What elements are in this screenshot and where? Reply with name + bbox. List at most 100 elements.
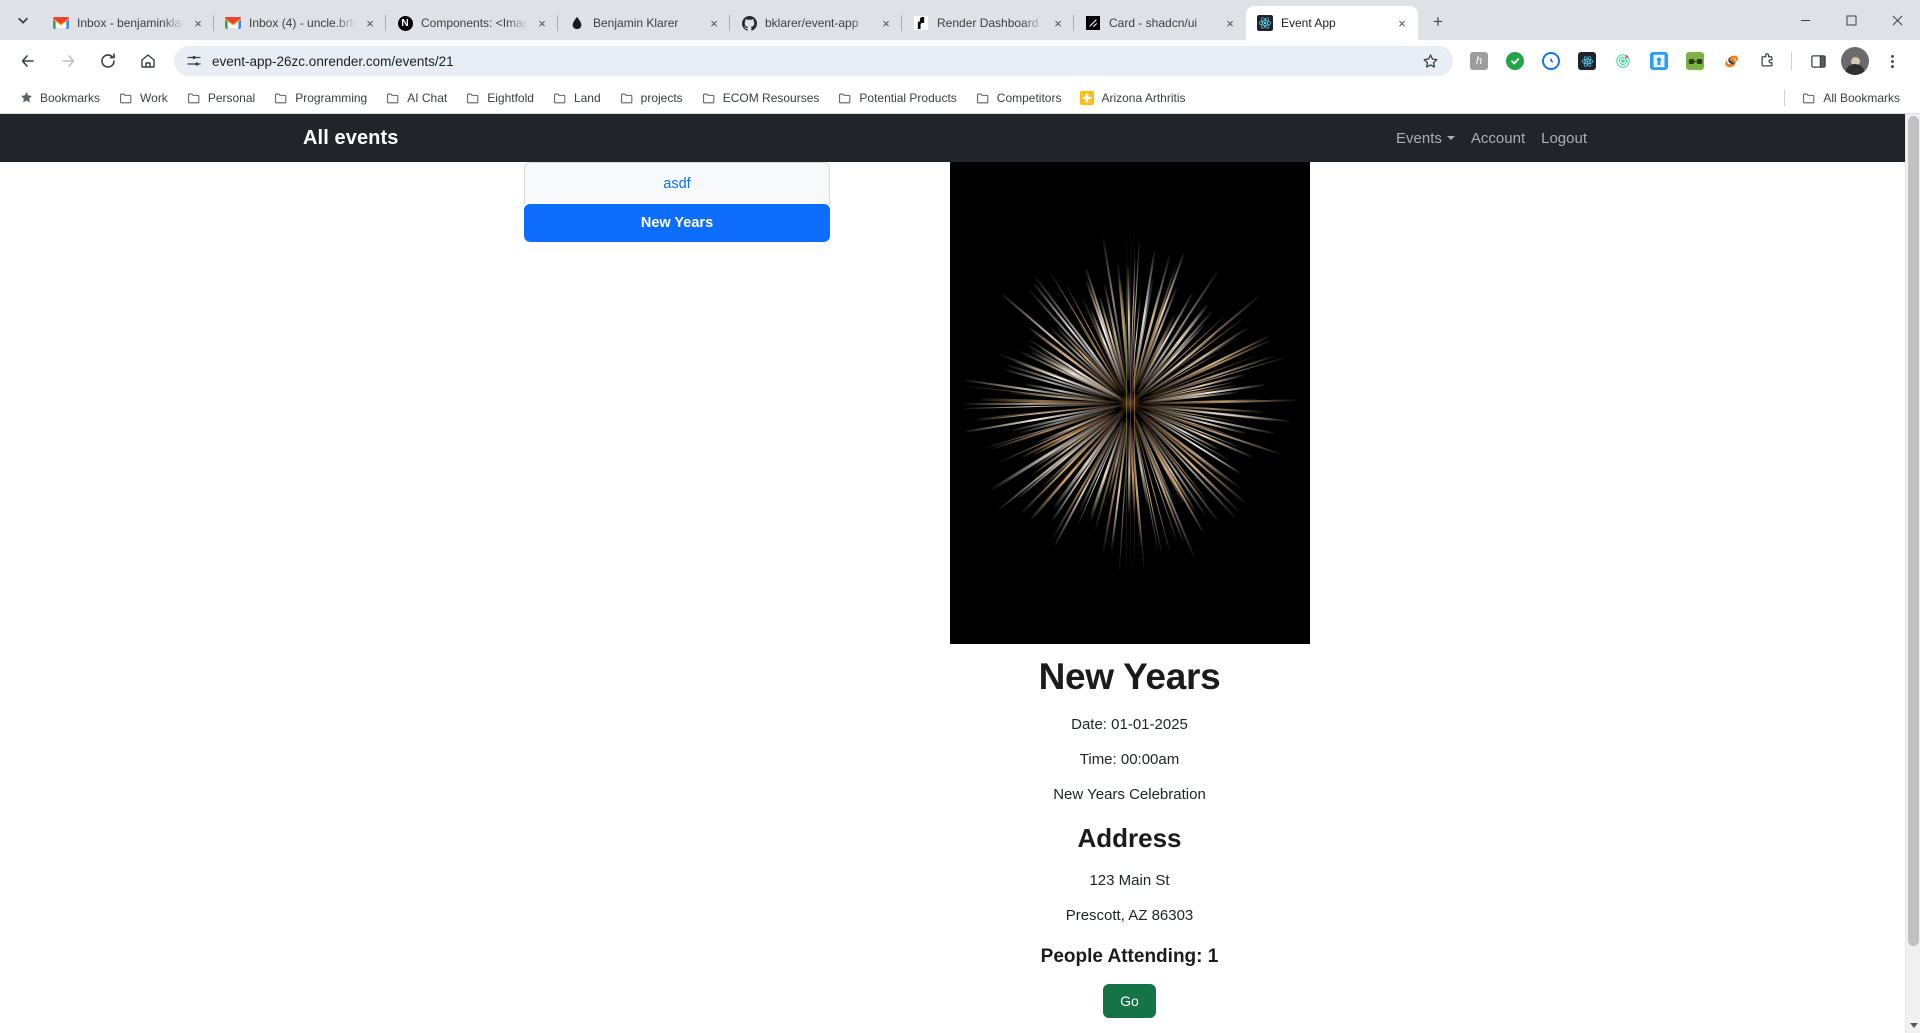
- hotjar-extension-icon[interactable]: h: [1465, 47, 1493, 75]
- folder-icon: [701, 90, 717, 106]
- browser-tab[interactable]: N Components: <Image> | ×: [386, 6, 558, 40]
- browser-tab[interactable]: Inbox - benjaminklarer@g ×: [42, 6, 214, 40]
- bookmark-folder-land[interactable]: Land: [544, 86, 609, 110]
- tab-close-icon[interactable]: ×: [1394, 15, 1410, 31]
- address-heading: Address: [1077, 823, 1181, 854]
- tab-title: Card - shadcn/ui: [1109, 16, 1216, 30]
- lastpass-extension-icon[interactable]: [1645, 47, 1673, 75]
- bookmark-item-bookmarks[interactable]: Bookmarks: [10, 86, 108, 110]
- bookmarks-bar-right: All Bookmarks: [1776, 86, 1910, 110]
- folder-icon: [385, 90, 401, 106]
- browser-tab[interactable]: Card - shadcn/ui ×: [1074, 6, 1246, 40]
- browser-tab[interactable]: Inbox (4) - uncle.brk@gm ×: [214, 6, 386, 40]
- content-row: asdf New Years New Years Date: 01-01-202…: [0, 162, 1905, 1018]
- page-viewport: All events Events Account Logout asdf Ne…: [0, 114, 1920, 1033]
- checkmark-extension-icon[interactable]: [1501, 47, 1529, 75]
- back-button[interactable]: [13, 46, 43, 76]
- nav-link-logout[interactable]: Logout: [1541, 130, 1587, 147]
- bookmark-label: Eightfold: [487, 91, 534, 105]
- bookmark-folder-potential-products[interactable]: Potential Products: [829, 86, 964, 110]
- scrollbar-down-arrow[interactable]: [1906, 1017, 1920, 1033]
- browser-tab[interactable]: bklarer/event-app ×: [730, 6, 902, 40]
- tab-title: Event App: [1281, 16, 1388, 30]
- folder-icon: [837, 90, 853, 106]
- app-navbar: All events Events Account Logout: [0, 114, 1905, 162]
- extension-icons: h: [1461, 47, 1785, 75]
- minimize-button[interactable]: [1782, 0, 1828, 40]
- bookmark-folder-work[interactable]: Work: [110, 86, 176, 110]
- reload-button[interactable]: [93, 46, 123, 76]
- profile-avatar[interactable]: [1841, 47, 1869, 75]
- bookmark-label: AI Chat: [407, 91, 447, 105]
- tab-close-icon[interactable]: ×: [878, 15, 894, 31]
- bookmark-folder-ecom-resourses[interactable]: ECOM Resourses: [693, 86, 828, 110]
- bookmark-star-icon[interactable]: [1419, 50, 1441, 72]
- tab-title: Components: <Image> |: [421, 16, 528, 30]
- fireworks-photo: [950, 162, 1310, 644]
- folder-icon: [273, 90, 289, 106]
- bookmark-label: Bookmarks: [40, 91, 100, 105]
- tab-close-icon[interactable]: ×: [1222, 15, 1238, 31]
- gmail-icon: [53, 15, 69, 31]
- new-tab-button[interactable]: +: [1424, 8, 1452, 36]
- bookmark-folder-projects[interactable]: projects: [611, 86, 691, 110]
- site-settings-icon[interactable]: [184, 51, 204, 71]
- all-bookmarks-button[interactable]: All Bookmarks: [1793, 86, 1908, 110]
- bookmark-folder-programming[interactable]: Programming: [265, 86, 375, 110]
- target-tracker-extension-icon[interactable]: [1609, 47, 1637, 75]
- bookmark-label: Arizona Arthritis: [1101, 91, 1185, 105]
- bookmark-folder-eightfold[interactable]: Eightfold: [457, 86, 542, 110]
- bookmark-folder-personal[interactable]: Personal: [178, 86, 263, 110]
- three-dot-menu-icon[interactable]: [1877, 46, 1907, 76]
- navbar-links: Events Account Logout: [1396, 130, 1587, 147]
- swirl-extension-icon[interactable]: [1717, 47, 1745, 75]
- tab-strip: Inbox - benjaminklarer@g × Inbox (4) - u…: [0, 0, 1920, 40]
- tab-title: Render Dashboard: [937, 16, 1044, 30]
- go-button[interactable]: Go: [1103, 984, 1156, 1018]
- browser-toolbar: event-app-26zc.onrender.com/events/21 h: [0, 40, 1920, 82]
- avatar-body: [1845, 64, 1865, 75]
- tab-close-icon[interactable]: ×: [534, 15, 550, 31]
- puzzle-extensions-menu-icon[interactable]: [1753, 47, 1781, 75]
- glasses-extension-icon[interactable]: [1681, 47, 1709, 75]
- close-window-button[interactable]: [1874, 0, 1920, 40]
- bookmark-label: ECOM Resourses: [723, 91, 820, 105]
- browser-tab-active[interactable]: Event App ×: [1246, 6, 1418, 40]
- bookmark-folder-competitors[interactable]: Competitors: [967, 86, 1070, 110]
- navbar-brand[interactable]: All events: [303, 127, 398, 150]
- bookmarks-divider: [1784, 90, 1785, 106]
- tab-close-icon[interactable]: ×: [190, 15, 206, 31]
- bookmarks-bar: Bookmarks Work Personal Programming AI C…: [0, 82, 1920, 114]
- url-text[interactable]: event-app-26zc.onrender.com/events/21: [212, 54, 1419, 69]
- browser-tab[interactable]: Benjamin Klarer ×: [558, 6, 730, 40]
- nav-link-account[interactable]: Account: [1471, 130, 1525, 147]
- maximize-button[interactable]: [1828, 0, 1874, 40]
- clock-lock-extension-icon[interactable]: [1537, 47, 1565, 75]
- side-panel-icon[interactable]: [1803, 46, 1833, 76]
- tab-search-chevron-icon[interactable]: [6, 3, 40, 37]
- browser-tab[interactable]: Render Dashboard ×: [902, 6, 1074, 40]
- forward-button[interactable]: [53, 46, 83, 76]
- event-title: New Years: [1039, 656, 1221, 698]
- window-controls: [1782, 0, 1920, 40]
- people-attending: People Attending: 1: [1041, 946, 1219, 968]
- nav-link-events[interactable]: Events: [1396, 130, 1455, 147]
- bookmark-label: Personal: [208, 91, 255, 105]
- github-icon: [741, 15, 757, 31]
- page-scrollbar[interactable]: [1905, 114, 1920, 1033]
- folder-icon: [186, 90, 202, 106]
- bookmark-label: Land: [574, 91, 601, 105]
- event-detail: New Years Date: 01-01-2025 Time: 00:00am…: [354, 162, 1905, 1018]
- tab-close-icon[interactable]: ×: [1050, 15, 1066, 31]
- bookmark-arizona-arthritis[interactable]: Arizona Arthritis: [1071, 86, 1193, 110]
- bookmark-folder-ai-chat[interactable]: AI Chat: [377, 86, 455, 110]
- address-bar[interactable]: event-app-26zc.onrender.com/events/21: [174, 46, 1453, 76]
- home-button[interactable]: [133, 46, 163, 76]
- scrollbar-thumb[interactable]: [1908, 116, 1919, 946]
- bookmark-label: Competitors: [997, 91, 1062, 105]
- all-bookmarks-label: All Bookmarks: [1823, 91, 1900, 105]
- react-devtools-extension-icon[interactable]: [1573, 47, 1601, 75]
- tab-close-icon[interactable]: ×: [706, 15, 722, 31]
- bookmark-label: Potential Products: [859, 91, 956, 105]
- tab-close-icon[interactable]: ×: [362, 15, 378, 31]
